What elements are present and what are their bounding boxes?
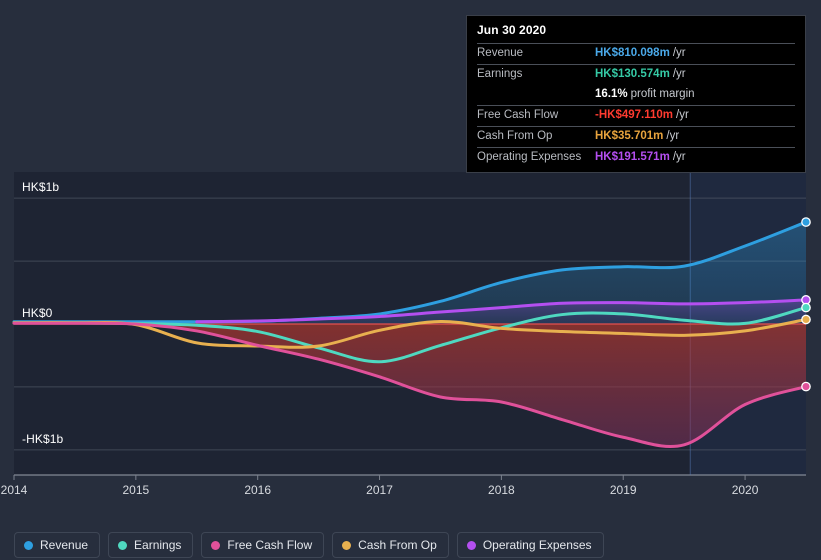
legend-item-label: Operating Expenses bbox=[482, 538, 592, 552]
tooltip-row-suffix: /yr bbox=[672, 68, 686, 80]
x-axis-tick-label: 2018 bbox=[488, 483, 515, 497]
x-axis-tick-label: 2020 bbox=[731, 483, 759, 497]
tooltip-row-value: 16.1% bbox=[595, 88, 628, 100]
legend-item-label: Earnings bbox=[134, 538, 182, 552]
y-axis-tick-label: HK$1b bbox=[22, 180, 60, 195]
chart-tooltip: Jun 30 2020 Revenue HK$810.098m/yr Earning… bbox=[466, 15, 806, 173]
tooltip-row-label: Operating Expenses bbox=[477, 151, 582, 163]
legend-color-dot-icon bbox=[24, 540, 33, 550]
x-axis-tick-label: 2017 bbox=[366, 483, 393, 497]
tooltip-row-suffix: profit margin bbox=[630, 88, 695, 100]
tooltip-row-value-group: HK$35.701m/yr bbox=[595, 130, 679, 142]
tooltip-row-value-group: HK$810.098m/yr bbox=[595, 47, 686, 59]
legend-item-label: Revenue bbox=[40, 538, 89, 552]
legend-item-operating-expenses[interactable]: Operating Expenses bbox=[456, 532, 604, 558]
tooltip-rows: Revenue HK$810.098m/yr Earnings HK$130.574m… bbox=[477, 43, 795, 168]
tooltip-row-value-group: 16.1% profit margin bbox=[595, 88, 695, 100]
financial-performance-chart: HK$1b HK$0 -HK$1b 2014 2015 2016 2017 2018 2019… bbox=[0, 0, 821, 560]
legend-item-free-cash-flow[interactable]: Free Cash Flow bbox=[201, 532, 325, 558]
legend-item-label: Free Cash Flow bbox=[227, 538, 313, 552]
legend-item-label: Cash From Op bbox=[358, 538, 437, 552]
chart-legend[interactable]: Revenue Earnings Free Cash Flow Cash From O… bbox=[14, 532, 604, 558]
legend-color-dot-icon bbox=[342, 540, 352, 550]
legend-item-earnings[interactable]: Earnings bbox=[108, 532, 194, 558]
legend-item-cash-from-op[interactable]: Cash From Op bbox=[332, 532, 449, 558]
tooltip-row-label: Earnings bbox=[477, 68, 523, 80]
tooltip-row-value: -HK$497.110m bbox=[595, 109, 673, 121]
x-axis-tick-label: 2014 bbox=[0, 483, 28, 497]
legend-item-revenue[interactable]: Revenue bbox=[14, 532, 101, 558]
tooltip-date: Jun 30 2020 bbox=[477, 23, 547, 37]
tooltip-row-value: HK$191.571m bbox=[595, 151, 670, 163]
tooltip-row-value: HK$810.098m bbox=[595, 47, 670, 59]
tooltip-row: Free Cash Flow -HK$497.110m/yr bbox=[477, 105, 795, 126]
tooltip-row-value: HK$130.574m bbox=[595, 68, 670, 80]
tooltip-row-suffix: /yr bbox=[672, 151, 686, 163]
tooltip-row-value-group: HK$130.574m/yr bbox=[595, 68, 686, 80]
legend-color-dot-icon bbox=[118, 540, 128, 550]
x-axis-tick-label: 2016 bbox=[244, 483, 272, 497]
tooltip-row-value: HK$35.701m bbox=[595, 130, 664, 142]
tooltip-row-value-group: -HK$497.110m/yr bbox=[595, 109, 689, 121]
legend-color-dot-icon bbox=[466, 540, 476, 550]
x-axis-tick-label: 2019 bbox=[609, 483, 637, 497]
tooltip-row-label: Free Cash Flow bbox=[477, 109, 559, 121]
tooltip-row-value-group: HK$191.571m/yr bbox=[595, 151, 686, 163]
y-axis-tick-label: HK$0 bbox=[22, 306, 53, 320]
tooltip-row-suffix: /yr bbox=[676, 109, 689, 121]
legend-color-dot-icon bbox=[211, 540, 221, 550]
tooltip-row-label: Cash From Op bbox=[477, 130, 553, 142]
tooltip-row: 16.1% profit margin bbox=[477, 85, 795, 105]
tooltip-row: Operating Expenses HK$191.571m/yr bbox=[477, 147, 795, 168]
tooltip-row-suffix: /yr bbox=[666, 130, 680, 142]
y-axis-tick-label: -HK$1b bbox=[22, 431, 64, 446]
tooltip-row-suffix: /yr bbox=[672, 47, 686, 59]
tooltip-row: Earnings HK$130.574m/yr bbox=[477, 64, 795, 85]
tooltip-row: Revenue HK$810.098m/yr bbox=[477, 43, 795, 64]
x-axis-tick-label: 2015 bbox=[122, 483, 150, 497]
tooltip-row: Cash From Op HK$35.701m/yr bbox=[477, 126, 795, 147]
tooltip-row-label: Revenue bbox=[477, 47, 524, 59]
